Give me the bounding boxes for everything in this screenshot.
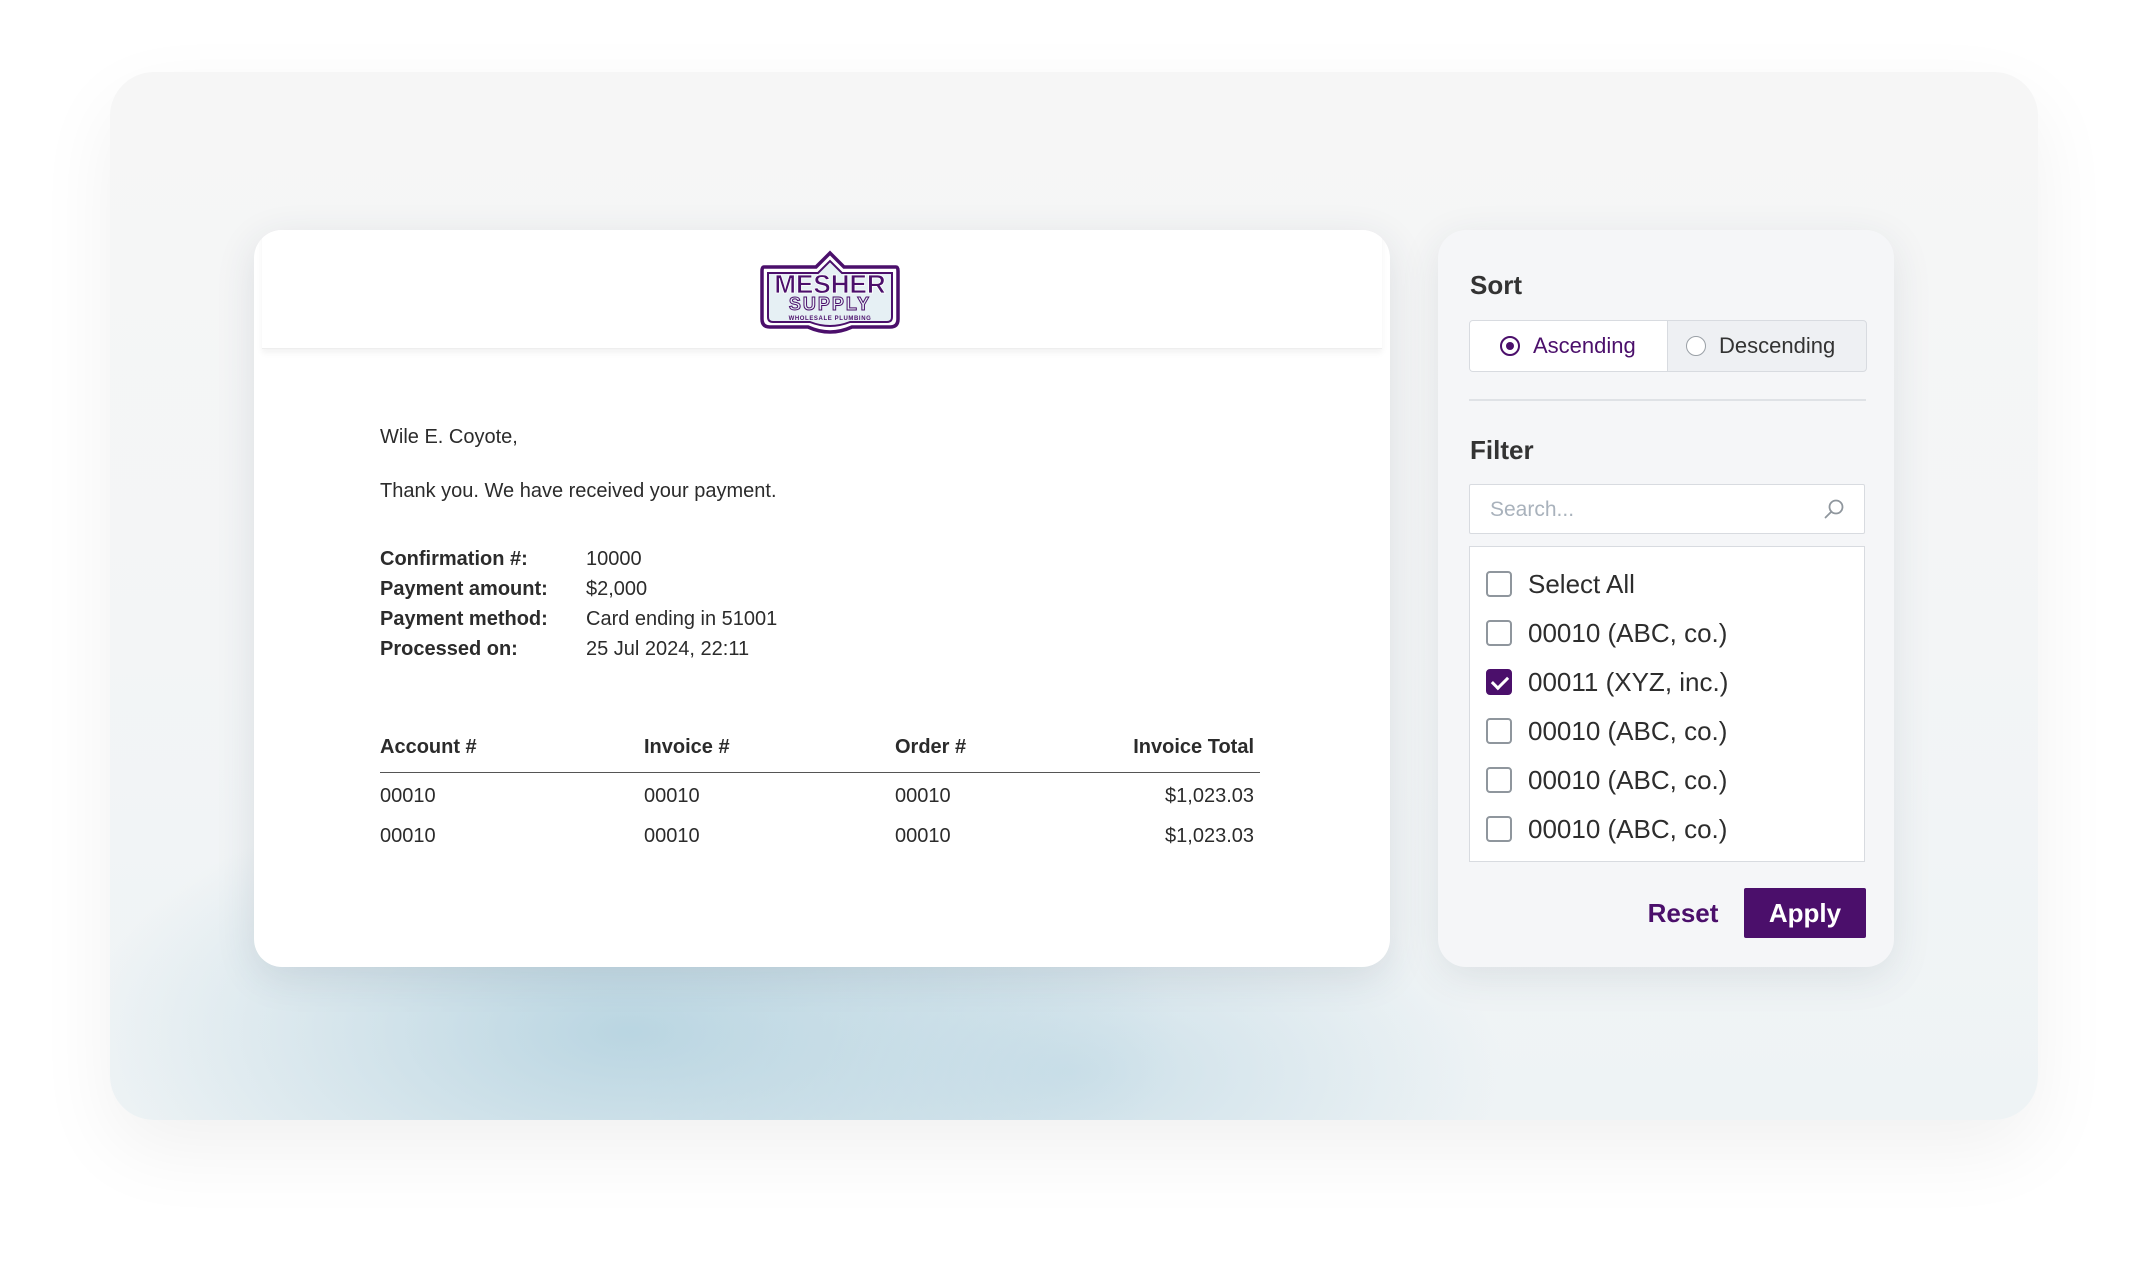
greeting: Wile E. Coyote, (380, 426, 518, 448)
mesher-supply-logo: MESHER SUPPLY WHOLESALE PLUMBING (760, 250, 900, 334)
table-row: 00010 00010 00010 $1,023.03 (380, 813, 1260, 853)
filter-title: Filter (1470, 435, 1534, 465)
sort-title: Sort (1470, 270, 1522, 300)
detail-value: $2,000 (586, 578, 648, 600)
invoice-cell: 00010 (644, 785, 700, 807)
section-divider (1469, 399, 1866, 401)
order-cell: 00010 (895, 825, 951, 847)
reset-button[interactable]: Reset (1626, 888, 1740, 938)
svg-text:WHOLESALE PLUMBING: WHOLESALE PLUMBING (789, 316, 872, 322)
detail-label: Confirmation #: (380, 548, 528, 570)
filter-checkbox-item[interactable]: 00010 (ABC, co.) (1486, 809, 1727, 849)
total-cell: $1,023.03 (1165, 785, 1254, 807)
filter-checkbox-item[interactable]: 00010 (ABC, co.) (1486, 760, 1727, 800)
detail-label: Payment amount: (380, 578, 548, 600)
filter-checkbox-item[interactable]: 00010 (ABC, co.) (1486, 711, 1727, 751)
detail-label: Payment method: (380, 608, 548, 630)
detail-value: Card ending in 51001 (586, 608, 778, 630)
sort-ascending-option[interactable]: Ascending (1470, 321, 1668, 371)
filter-options-list: Select All 00010 (ABC, co.) 00011 (XYZ, … (1469, 546, 1865, 862)
apply-button[interactable]: Apply (1744, 888, 1866, 938)
payment-confirmation-email: MESHER SUPPLY WHOLESALE PLUMBING Wile E.… (254, 230, 1390, 967)
detail-row-confirmation: Confirmation #: 10000 (380, 548, 980, 578)
sort-filter-panel: Sort Ascending Descending Filter Select … (1438, 230, 1894, 967)
order-cell: 00010 (895, 785, 951, 807)
payment-details: Confirmation #: 10000 Payment amount: $2… (380, 548, 980, 668)
detail-value: 25 Jul 2024, 22:11 (586, 638, 750, 660)
filter-checkbox-item[interactable]: 00011 (XYZ, inc.) (1486, 662, 1728, 702)
thank-you-message: Thank you. We have received your payment… (380, 480, 777, 502)
column-header-invoice: Invoice # (644, 736, 730, 758)
radio-selected-icon (1500, 336, 1520, 356)
checkbox-icon (1486, 767, 1512, 793)
checkbox-label: 00010 (ABC, co.) (1528, 813, 1728, 844)
detail-row-amount: Payment amount: $2,000 (380, 578, 980, 608)
checkbox-icon (1486, 571, 1512, 597)
checkbox-icon (1486, 816, 1512, 842)
detail-row-processed: Processed on: 25 Jul 2024, 22:11 (380, 638, 980, 668)
search-icon[interactable] (1822, 497, 1846, 521)
filter-checkbox-item[interactable]: 00010 (ABC, co.) (1486, 613, 1727, 653)
invoice-table: Account # Invoice # Order # Invoice Tota… (380, 736, 1260, 853)
total-cell: $1,023.03 (1165, 825, 1254, 847)
checkbox-label: Select All (1528, 568, 1635, 599)
sort-option-label: Ascending (1533, 333, 1636, 358)
detail-value: 10000 (586, 548, 642, 570)
table-row: 00010 00010 00010 $1,023.03 (380, 773, 1260, 813)
column-header-order: Order # (895, 736, 967, 758)
sort-option-label: Descending (1719, 333, 1836, 358)
checkbox-label: 00010 (ABC, co.) (1528, 617, 1728, 648)
checkbox-icon (1486, 620, 1512, 646)
account-cell: 00010 (380, 785, 436, 807)
svg-text:SUPPLY: SUPPLY (789, 294, 871, 314)
detail-row-method: Payment method: Card ending in 51001 (380, 608, 980, 638)
invoice-cell: 00010 (644, 825, 700, 847)
detail-label: Processed on: (380, 638, 518, 660)
filter-search-box (1469, 484, 1865, 534)
checkbox-icon (1486, 718, 1512, 744)
radio-unselected-icon (1686, 336, 1706, 356)
sort-descending-option[interactable]: Descending (1668, 321, 1866, 371)
checkbox-label: 00011 (XYZ, inc.) (1528, 666, 1729, 697)
column-header-total: Invoice Total (1133, 736, 1254, 758)
account-cell: 00010 (380, 825, 436, 847)
invoice-table-header: Account # Invoice # Order # Invoice Tota… (380, 736, 1260, 773)
column-header-account: Account # (380, 736, 477, 758)
checkbox-label: 00010 (ABC, co.) (1528, 764, 1728, 795)
checkbox-checked-icon (1486, 669, 1512, 695)
email-header: MESHER SUPPLY WHOLESALE PLUMBING (262, 230, 1382, 349)
sort-segmented-control: Ascending Descending (1469, 320, 1867, 372)
checkbox-label: 00010 (ABC, co.) (1528, 715, 1728, 746)
select-all-checkbox-item[interactable]: Select All (1486, 564, 1635, 604)
filter-search-input[interactable] (1488, 485, 1812, 534)
